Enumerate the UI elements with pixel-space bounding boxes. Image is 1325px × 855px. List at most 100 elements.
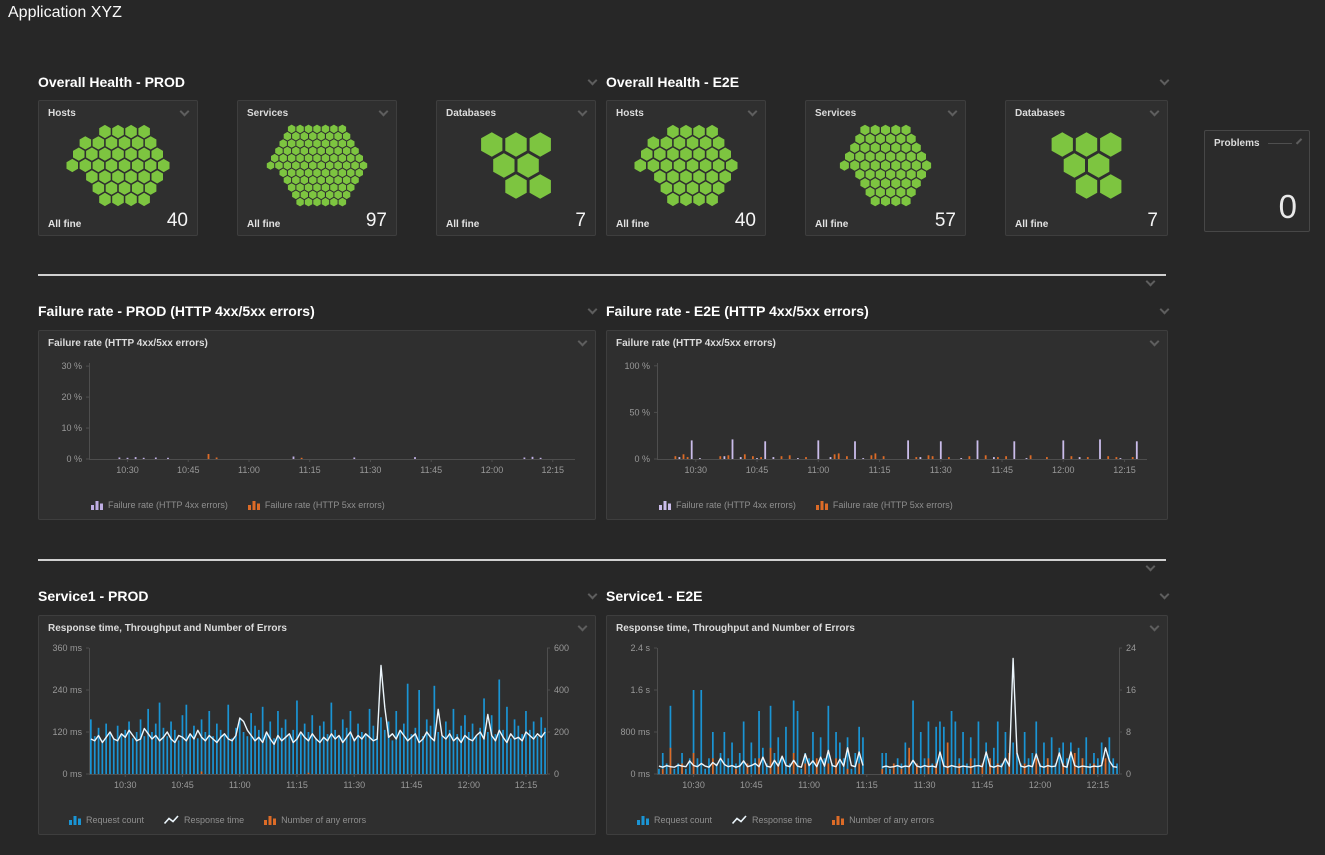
hexagon-healthy: [313, 198, 320, 207]
legend-item[interactable]: Request count: [637, 815, 712, 825]
hexagon-healthy: [292, 176, 300, 185]
health-tile-databases-prod[interactable]: Databases All fine 7: [436, 100, 596, 236]
svg-text:11:45: 11:45: [420, 465, 442, 475]
hexagon-healthy: [871, 178, 880, 188]
svg-text:20 %: 20 %: [61, 392, 82, 402]
hexagon-healthy: [280, 139, 287, 148]
chevron-down-icon[interactable]: [588, 304, 598, 314]
hexagon-healthy: [119, 136, 131, 149]
tile-title: Databases: [1015, 108, 1065, 119]
chevron-down-icon[interactable]: [1146, 562, 1156, 572]
hexagon-healthy: [313, 139, 320, 148]
hexagon-healthy: [866, 169, 875, 179]
hexagon-healthy: [112, 125, 124, 138]
svg-text:11:30: 11:30: [360, 465, 382, 475]
legend-item[interactable]: Number of any errors: [264, 815, 366, 825]
divider-row-1: [38, 274, 1166, 296]
chevron-down-icon[interactable]: [1146, 277, 1156, 287]
hexagon-healthy: [845, 151, 854, 161]
legend-label: Failure rate (HTTP 4xx errors): [108, 500, 228, 510]
failure-rate-prod-tile[interactable]: Failure rate (HTTP 4xx/5xx errors) 0 %10…: [38, 330, 596, 520]
chevron-down-icon[interactable]: [1150, 107, 1160, 117]
hexagon-healthy: [106, 182, 118, 195]
legend-item[interactable]: Failure rate (HTTP 4xx errors): [659, 500, 796, 510]
hexagon-healthy: [330, 139, 337, 148]
hexagon-healthy: [896, 134, 905, 144]
dashboard: { "page": { "title": "Application XYZ" }…: [0, 0, 1325, 855]
hexagon-healthy: [917, 151, 926, 161]
hexagon-healthy: [687, 136, 699, 149]
hexagon-healthy: [680, 170, 692, 183]
chevron-down-icon[interactable]: [1160, 589, 1170, 599]
problems-tile[interactable]: Problems 0: [1204, 130, 1310, 232]
svg-text:16: 16: [1126, 685, 1136, 695]
hexagon-healthy: [267, 161, 274, 170]
chevron-down-icon[interactable]: [379, 107, 389, 117]
legend-item[interactable]: Response time: [164, 815, 244, 825]
chevron-down-icon[interactable]: [578, 107, 588, 117]
hexagon-healthy: [296, 154, 303, 163]
legend-item[interactable]: Request count: [69, 815, 144, 825]
service1-prod-tile[interactable]: Response time, Throughput and Number of …: [38, 615, 596, 835]
hexagon-healthy: [907, 187, 916, 197]
legend-item[interactable]: Failure rate (HTTP 4xx errors): [91, 500, 228, 510]
chart-svg: 0 %10 %20 %30 %10:3010:4511:0011:1511:30…: [43, 355, 591, 483]
hexagon-healthy: [912, 160, 921, 170]
chevron-down-icon[interactable]: [948, 107, 958, 117]
hexagon-healthy: [318, 191, 325, 200]
legend-item[interactable]: Response time: [732, 815, 812, 825]
hexagon-healthy: [284, 132, 291, 141]
hex-cluster: [814, 123, 957, 208]
chevron-down-icon[interactable]: [578, 622, 588, 632]
svg-text:600: 600: [554, 643, 569, 653]
svg-text:12:00: 12:00: [1029, 780, 1052, 790]
tile-title: Response time, Throughput and Number of …: [616, 623, 855, 634]
hexagon-healthy: [347, 169, 354, 178]
health-tile-hosts-prod[interactable]: Hosts All fine 40: [38, 100, 198, 236]
svg-text:10:30: 10:30: [114, 780, 137, 790]
legend-label: Failure rate (HTTP 5xx errors): [833, 500, 953, 510]
chevron-down-icon[interactable]: [180, 107, 190, 117]
hexagon-healthy: [125, 148, 137, 161]
hexagon-healthy: [330, 198, 337, 207]
hexagon-healthy: [351, 147, 359, 156]
hexagon-healthy: [351, 161, 359, 170]
hexagon-healthy: [876, 187, 885, 197]
chevron-down-icon[interactable]: [748, 107, 758, 117]
hexagon-healthy: [907, 169, 916, 179]
hexagon-healthy: [292, 161, 300, 170]
hexagon-healthy: [301, 176, 308, 185]
health-tile-services-e2e[interactable]: Services All fine 57: [805, 100, 966, 236]
hexagon-healthy: [518, 153, 539, 178]
hexagon-healthy: [891, 125, 900, 135]
chevron-down-icon[interactable]: [1150, 622, 1160, 632]
chevron-down-icon[interactable]: [1150, 337, 1160, 347]
chevron-down-icon[interactable]: [588, 75, 598, 85]
service1-prod-chart: 0 ms120 ms240 ms360 ms020040060010:3010:…: [43, 640, 591, 798]
legend-item[interactable]: Failure rate (HTTP 5xx errors): [816, 500, 953, 510]
bar-chart-icon: [69, 815, 81, 825]
hexagon-healthy: [339, 183, 347, 192]
health-tile-databases-e2e[interactable]: Databases All fine 7: [1005, 100, 1168, 236]
hexagon-healthy: [296, 169, 303, 178]
legend-item[interactable]: Failure rate (HTTP 5xx errors): [248, 500, 385, 510]
chevron-down-icon[interactable]: [588, 589, 598, 599]
hexagon-healthy: [334, 191, 342, 200]
hexagon-healthy: [706, 148, 718, 161]
chevron-down-icon[interactable]: [1160, 304, 1170, 314]
health-tile-services-prod[interactable]: Services All fine 97: [237, 100, 397, 236]
hexagon-healthy: [855, 151, 864, 161]
hexagon-healthy: [700, 182, 712, 195]
health-tile-hosts-e2e[interactable]: Hosts All fine 40: [606, 100, 766, 236]
hexagon-healthy: [866, 187, 875, 197]
tile-footer: All fine 7: [446, 211, 586, 230]
hexagon-healthy: [296, 125, 303, 134]
failure-rate-e2e-tile[interactable]: Failure rate (HTTP 4xx/5xx errors) 0 %50…: [606, 330, 1168, 520]
hexagon-healthy: [80, 136, 92, 149]
service1-e2e-tile[interactable]: Response time, Throughput and Number of …: [606, 615, 1168, 835]
hexagon-healthy: [301, 147, 308, 156]
legend-item[interactable]: Number of any errors: [832, 815, 934, 825]
chevron-down-icon[interactable]: [1160, 75, 1170, 85]
chevron-down-icon[interactable]: [578, 337, 588, 347]
hexagon-healthy: [635, 159, 647, 172]
